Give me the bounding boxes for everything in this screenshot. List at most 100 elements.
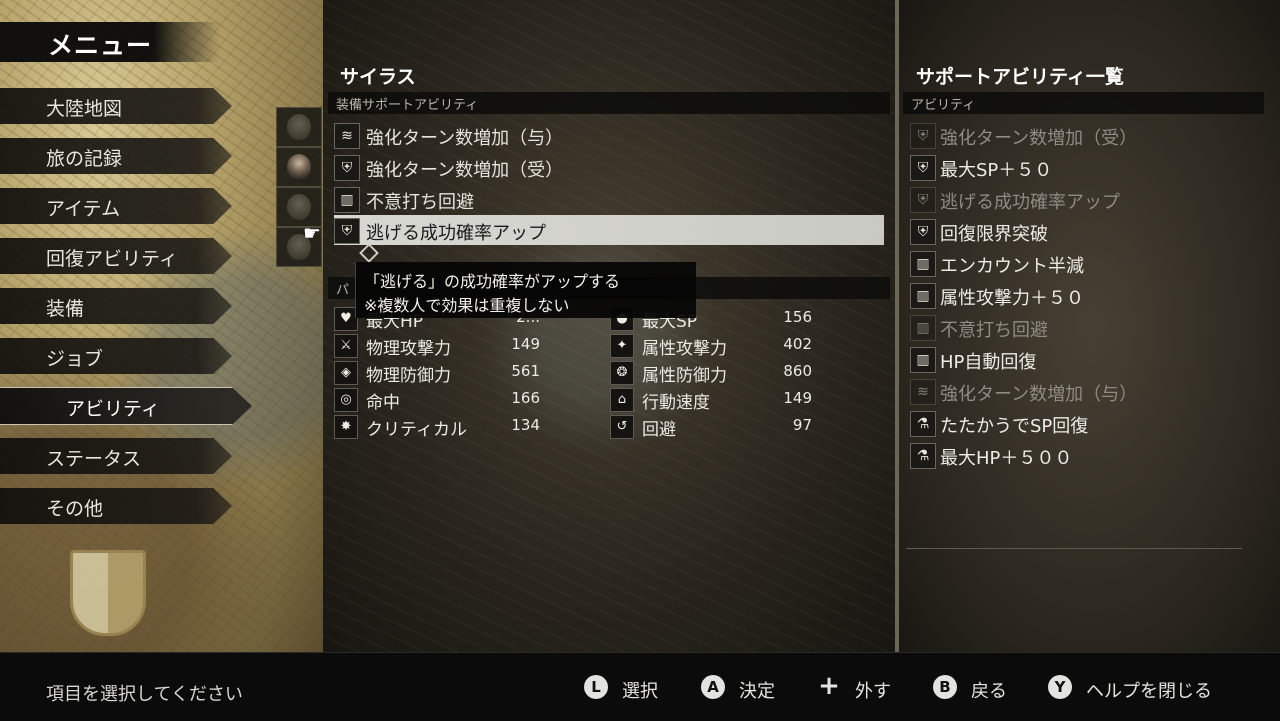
support-ability-item[interactable]: ▥ エンカウント半減 <box>910 248 1250 278</box>
shield-icon: ⛨ <box>334 155 360 181</box>
shield-icon: ⛨ <box>910 187 936 213</box>
stat-name: クリティカル <box>366 420 467 440</box>
stat-value: 156 <box>783 308 812 326</box>
section-header-label: アビリティ <box>911 98 976 113</box>
stat-value: 134 <box>511 416 540 434</box>
menu-item-label: 回復アビリティ <box>46 248 178 270</box>
section-header-label: 装備サポートアビリティ <box>336 98 479 113</box>
stat-name: 物理攻撃力 <box>366 339 451 359</box>
shield-icon: ⛨ <box>910 123 936 149</box>
support-ability-item[interactable]: ▥ HP自動回復 <box>910 344 1250 374</box>
stat-name: 回避 <box>642 420 676 440</box>
ability-name: 強化ターン数増加（受） <box>940 128 1138 149</box>
spark-icon: ✸ <box>334 415 358 439</box>
support-ability-item[interactable]: ⛨ 逃げる成功確率アップ <box>910 184 1250 214</box>
menu-item-label: 大陸地図 <box>46 98 123 120</box>
stat-phys-def: ◈ 物理防御力 561 <box>334 359 540 386</box>
support-ability-item[interactable]: ⛨ 強化ターン数増加（受） <box>910 120 1250 150</box>
party-member-slot-active[interactable] <box>276 147 322 187</box>
menu-title-bar: メニュー <box>0 22 220 62</box>
control-label: 戻る <box>971 681 1007 702</box>
menu-item-items[interactable]: アイテム <box>0 188 232 224</box>
stat-value: 860 <box>783 362 812 380</box>
stat-speed: ⌂ 行動速度 149 <box>610 386 812 413</box>
l-button-icon: L <box>584 675 608 699</box>
stat-accuracy: ◎ 命中 166 <box>334 386 540 413</box>
evade-icon: ↺ <box>610 415 634 439</box>
equipped-ability-row[interactable]: ▥ 不意打ち回避 <box>334 184 884 214</box>
ability-name: 逃げる成功確率アップ <box>940 192 1120 213</box>
ability-name: HP自動回復 <box>940 352 1037 373</box>
help-tooltip: 「逃げる」の成功確率がアップする ※複数人で効果は重複しない <box>355 262 696 318</box>
menu-item-other[interactable]: その他 <box>0 488 232 524</box>
ability-name: たたかうでSP回復 <box>940 416 1089 437</box>
equipped-ability-row-selected[interactable]: ⛨ 逃げる成功確率アップ <box>334 215 884 245</box>
ability-name: 強化ターン数増加（与） <box>366 128 564 149</box>
tooltip-line-2: ※複数人で効果は重複しない <box>364 296 570 315</box>
support-list-title: サポートアビリティ一覧 <box>916 66 1124 88</box>
equipped-ability-row[interactable]: ⛨ 強化ターン数増加（受） <box>334 152 884 182</box>
menu-item-label: アビリティ <box>66 398 160 420</box>
book-icon: ▥ <box>334 187 360 213</box>
ability-name: エンカウント半減 <box>940 256 1084 277</box>
equipped-ability-row[interactable]: ≋ 強化ターン数増加（与） <box>334 120 884 150</box>
menu-item-abilities[interactable]: アビリティ <box>0 387 252 425</box>
magic-icon: ✦ <box>610 334 634 358</box>
support-ability-item[interactable]: ≋ 強化ターン数増加（与） <box>910 376 1250 406</box>
support-ability-item[interactable]: ⚗ 最大HP＋５００ <box>910 440 1250 470</box>
control-hint-bar: 項目を選択してください L 選択 A 決定 + 外す B 戻る Y ヘルプを閉じ… <box>0 652 1280 721</box>
list-divider <box>906 548 1242 549</box>
shield-icon: ⛨ <box>910 155 936 181</box>
y-button-icon: Y <box>1048 675 1072 699</box>
menu-item-recovery-abilities[interactable]: 回復アビリティ <box>0 238 232 274</box>
boot-icon: ⌂ <box>610 388 634 412</box>
b-button-icon: B <box>933 675 957 699</box>
stat-value: 166 <box>511 389 540 407</box>
menu-title: メニュー <box>48 31 153 60</box>
support-ability-item[interactable]: ▥ 不意打ち回避 <box>910 312 1250 342</box>
control-label: 外す <box>855 681 891 702</box>
support-ability-item[interactable]: ⛨ 回復限界突破 <box>910 216 1250 246</box>
instruction-text: 項目を選択してください <box>46 684 243 705</box>
support-ability-item[interactable]: ⛨ 最大SP＋５０ <box>910 152 1250 182</box>
fan-icon: ≋ <box>910 379 936 405</box>
menu-item-label: 装備 <box>46 298 85 320</box>
menu-item-status[interactable]: ステータス <box>0 438 232 474</box>
stat-critical: ✸ クリティカル 134 <box>334 413 540 440</box>
menu-item-label: その他 <box>46 498 104 520</box>
hand-pointer-icon: ☛ <box>303 221 321 245</box>
menu-item-label: 旅の記録 <box>46 148 123 170</box>
section-header-label: パ <box>336 283 350 298</box>
ability-name: 最大HP＋５００ <box>940 448 1073 469</box>
ability-name: 強化ターン数増加（受） <box>366 160 564 181</box>
support-ability-item[interactable]: ⚗ たたかうでSP回復 <box>910 408 1250 438</box>
plus-button-icon: + <box>818 671 840 701</box>
stat-elem-def: ❂ 属性防御力 860 <box>610 359 812 386</box>
armor-icon: ◈ <box>334 361 358 385</box>
menu-item-equipment[interactable]: 装備 <box>0 288 232 324</box>
book-icon: ▥ <box>910 315 936 341</box>
ability-name: 不意打ち回避 <box>940 320 1048 341</box>
party-member-slot[interactable] <box>276 107 322 147</box>
menu-item-jobs[interactable]: ジョブ <box>0 338 232 374</box>
flask-icon: ⚗ <box>910 411 936 437</box>
fan-icon: ≋ <box>334 123 360 149</box>
book-icon: ▥ <box>910 283 936 309</box>
menu-item-label: ステータス <box>46 448 142 470</box>
ability-name: 最大SP＋５０ <box>940 160 1053 181</box>
crest-emblem <box>70 550 146 636</box>
support-ability-item[interactable]: ▥ 属性攻撃力＋５０ <box>910 280 1250 310</box>
menu-item-continent-map[interactable]: 大陸地図 <box>0 88 232 124</box>
menu-item-label: ジョブ <box>46 348 104 370</box>
control-label: 選択 <box>622 681 658 702</box>
stat-value: 402 <box>783 335 812 353</box>
ability-name: 不意打ち回避 <box>366 192 474 213</box>
shield-icon: ⛨ <box>334 218 360 244</box>
ward-icon: ❂ <box>610 361 634 385</box>
menu-item-travel-log[interactable]: 旅の記録 <box>0 138 232 174</box>
menu-item-label: アイテム <box>46 198 121 220</box>
stat-name: 属性攻撃力 <box>642 339 727 359</box>
character-portrait-icon <box>287 114 311 140</box>
sword-icon: ⚔ <box>334 334 358 358</box>
ability-name: 属性攻撃力＋５０ <box>940 288 1084 309</box>
